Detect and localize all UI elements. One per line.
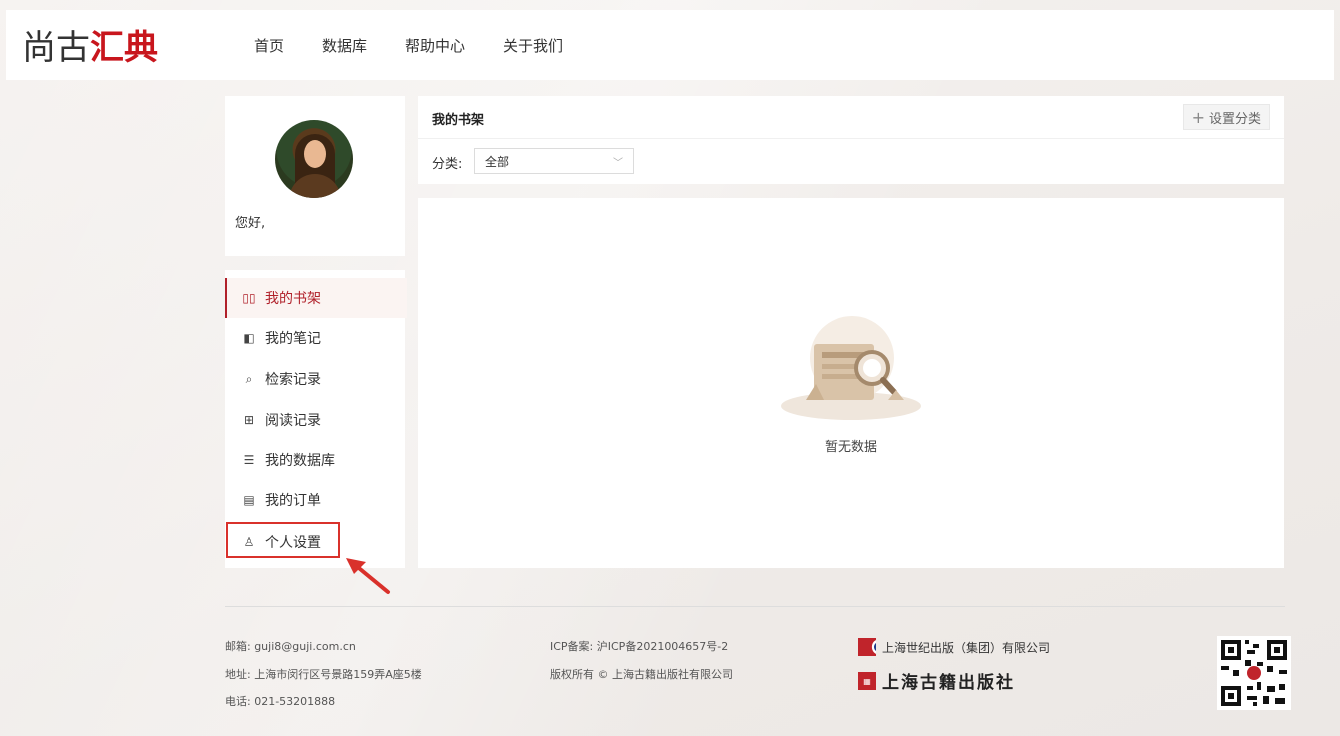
menu-item-label: 我的笔记 xyxy=(265,331,321,347)
settings-highlight-box xyxy=(226,522,340,558)
plus-icon: + xyxy=(1191,107,1205,127)
pointer-arrow-icon xyxy=(346,558,390,594)
open-book-icon: ⊞ xyxy=(243,413,255,427)
publisher-guji: ▦ 上海古籍出版社 xyxy=(858,668,1015,693)
main-nav: 首页 数据库 帮助中心 关于我们 xyxy=(254,10,601,80)
category-label: 分类: xyxy=(432,157,463,172)
divider xyxy=(418,138,1284,139)
greeting-text: 您好, xyxy=(235,216,266,231)
footer-address: 地址: 上海市闵行区号景路159弄A座5楼 xyxy=(225,668,422,681)
menu-item-label: 检索记录 xyxy=(265,372,321,388)
menu-item-notes[interactable]: ◧ 我的笔记 xyxy=(225,318,405,358)
order-icon: ▤ xyxy=(243,493,255,507)
footer-copyright: 版权所有 © 上海古籍出版社有限公司 xyxy=(550,668,733,681)
footer-icp[interactable]: ICP备案: 沪ICP备2021004657号-2 xyxy=(550,638,728,654)
century-group-logo-icon xyxy=(858,638,876,656)
qr-code-icon xyxy=(1217,636,1291,710)
bookshelf-icon: ▯▯ xyxy=(242,291,256,305)
nav-database[interactable]: 数据库 xyxy=(322,35,367,56)
chevron-down-icon: ﹀ xyxy=(613,158,623,169)
publisher2-text: 上海古籍出版社 xyxy=(882,673,1015,693)
nav-home[interactable]: 首页 xyxy=(254,35,284,56)
site-logo[interactable]: 尚古 汇典 xyxy=(22,26,158,68)
logo-text-part1: 尚古 xyxy=(22,27,90,68)
menu-item-label: 我的订单 xyxy=(265,493,321,509)
menu-item-label: 阅读记录 xyxy=(265,413,321,429)
bookshelf-content: 暂无数据 xyxy=(418,198,1284,568)
empty-data-text: 暂无数据 xyxy=(824,440,877,455)
database-icon: ☰ xyxy=(243,453,255,467)
guji-seal-icon: ▦ xyxy=(858,671,876,690)
publisher1-text: 上海世纪出版（集团）有限公司 xyxy=(882,640,1051,655)
footer-divider xyxy=(225,606,1285,607)
menu-item-orders[interactable]: ▤ 我的订单 xyxy=(225,480,405,520)
menu-item-my-database[interactable]: ☰ 我的数据库 xyxy=(225,440,405,480)
profile-card: 您好, xyxy=(225,96,405,256)
footer-phone: 电话: 021-53201888 xyxy=(225,695,336,708)
bookshelf-header: 我的书架 + 设置分类 分类: 全部 ﹀ xyxy=(418,96,1284,184)
menu-item-label: 我的书架 xyxy=(265,291,321,307)
footer-email: 邮箱: guji8@guji.com.cn xyxy=(225,640,356,653)
set-category-label: 设置分类 xyxy=(1208,111,1261,127)
menu-item-search-history[interactable]: ⌕ 检索记录 xyxy=(225,359,405,399)
menu-item-bookshelf[interactable]: ▯▯ 我的书架 xyxy=(225,278,407,318)
notebook-icon: ◧ xyxy=(243,331,255,345)
bookshelf-title: 我的书架 xyxy=(432,113,485,128)
top-header: 尚古 汇典 首页 数据库 帮助中心 关于我们 xyxy=(6,10,1334,80)
search-record-icon: ⌕ xyxy=(245,371,253,386)
nav-help-center[interactable]: 帮助中心 xyxy=(405,35,465,56)
category-select[interactable]: 全部 ﹀ xyxy=(474,148,634,174)
nav-about-us[interactable]: 关于我们 xyxy=(503,35,563,56)
menu-item-label: 我的数据库 xyxy=(265,453,335,469)
avatar[interactable] xyxy=(275,120,353,198)
empty-data-illustration-icon xyxy=(781,316,921,420)
publisher-century-group: 上海世纪出版（集团）有限公司 xyxy=(858,638,1050,656)
menu-item-reading-history[interactable]: ⊞ 阅读记录 xyxy=(225,400,405,440)
logo-text-part2: 汇典 xyxy=(90,27,158,68)
category-select-value: 全部 xyxy=(485,154,510,169)
set-category-button[interactable]: + 设置分类 xyxy=(1182,104,1270,130)
